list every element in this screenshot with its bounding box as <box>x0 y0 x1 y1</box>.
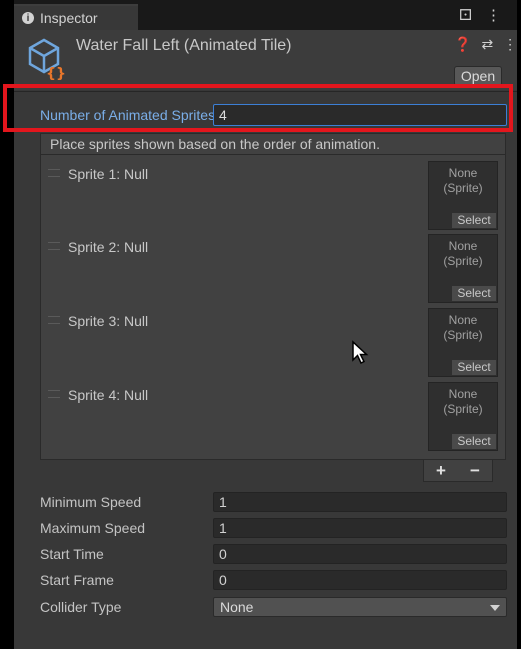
start-time-label: Start Time <box>40 546 104 562</box>
sprite-object-field[interactable]: None (Sprite) Select <box>428 308 498 377</box>
sprite-field-value: None (Sprite) <box>443 387 483 416</box>
collider-type-label: Collider Type <box>40 599 122 615</box>
mouse-cursor-icon <box>352 340 369 365</box>
sprite-label: Sprite 3: Null <box>68 313 149 329</box>
tab-tools: ⚀ ⋮ <box>459 6 501 24</box>
maximum-speed-input[interactable]: 1 <box>213 518 507 538</box>
sprite-field-value: None (Sprite) <box>443 166 483 195</box>
animated-tile-icon: {} <box>28 38 66 80</box>
list-item[interactable]: Sprite 1: Null None (Sprite) Select <box>41 155 505 230</box>
collider-type-dropdown[interactable]: None <box>213 597 507 617</box>
start-frame-label: Start Frame <box>40 572 114 588</box>
sprite-label: Sprite 4: Null <box>68 387 149 403</box>
open-button[interactable]: Open <box>454 66 502 86</box>
number-of-animated-sprites-input[interactable]: 4 <box>213 104 507 126</box>
sprite-label: Sprite 2: Null <box>68 239 149 255</box>
collider-type-value: None <box>220 599 254 615</box>
info-icon: i <box>22 12 34 24</box>
sprite-field-value: None (Sprite) <box>443 313 483 342</box>
list-item[interactable]: Sprite 4: Null None (Sprite) Select <box>41 376 505 451</box>
sprite-object-field[interactable]: None (Sprite) Select <box>428 382 498 451</box>
asset-title: Water Fall Left (Animated Tile) <box>76 37 292 54</box>
minimum-speed-input[interactable]: 1 <box>213 492 507 512</box>
add-item-button[interactable]: + <box>436 461 446 481</box>
sprite-label: Sprite 1: Null <box>68 166 149 182</box>
tab-label: Inspector <box>40 10 98 26</box>
list-item[interactable]: Sprite 2: Null None (Sprite) Select <box>41 228 505 303</box>
tab-inspector[interactable]: i Inspector <box>14 4 138 30</box>
drag-handle-icon[interactable] <box>48 390 60 398</box>
list-footer: + − <box>423 460 493 482</box>
drag-handle-icon[interactable] <box>48 316 60 324</box>
drag-handle-icon[interactable] <box>48 169 60 177</box>
header-tools: ❓ ⇄ ⋮ <box>454 36 517 53</box>
chevron-down-icon <box>490 605 500 611</box>
kebab-menu-icon[interactable]: ⋮ <box>486 6 501 24</box>
sprite-select-button[interactable]: Select <box>452 360 496 375</box>
start-frame-input[interactable]: 0 <box>213 570 507 590</box>
sprite-select-button[interactable]: Select <box>452 434 496 449</box>
maximum-speed-label: Maximum Speed <box>40 520 146 536</box>
minimum-speed-label: Minimum Speed <box>40 494 142 510</box>
number-of-animated-sprites-label: Number of Animated Sprites <box>40 107 213 123</box>
drag-handle-icon[interactable] <box>48 242 60 250</box>
list-item[interactable]: Sprite 3: Null None (Sprite) Select <box>41 302 505 377</box>
sprite-field-value: None (Sprite) <box>443 239 483 268</box>
sprite-list-header: Place sprites shown based on the order o… <box>40 133 506 155</box>
remove-item-button[interactable]: − <box>470 461 480 481</box>
preset-settings-icon[interactable]: ⇄ <box>481 36 493 53</box>
sprite-object-field[interactable]: None (Sprite) Select <box>428 234 498 303</box>
kebab-menu-icon[interactable]: ⋮ <box>503 36 517 53</box>
help-icon[interactable]: ❓ <box>454 36 471 53</box>
sprite-list: Sprite 1: Null None (Sprite) Select Spri… <box>40 155 506 460</box>
svg-text:{}: {} <box>46 66 66 80</box>
lock-icon[interactable]: ⚀ <box>459 6 472 24</box>
sprite-object-field[interactable]: None (Sprite) Select <box>428 161 498 230</box>
sprite-select-button[interactable]: Select <box>452 213 496 228</box>
sprite-select-button[interactable]: Select <box>452 286 496 301</box>
start-time-input[interactable]: 0 <box>213 544 507 564</box>
